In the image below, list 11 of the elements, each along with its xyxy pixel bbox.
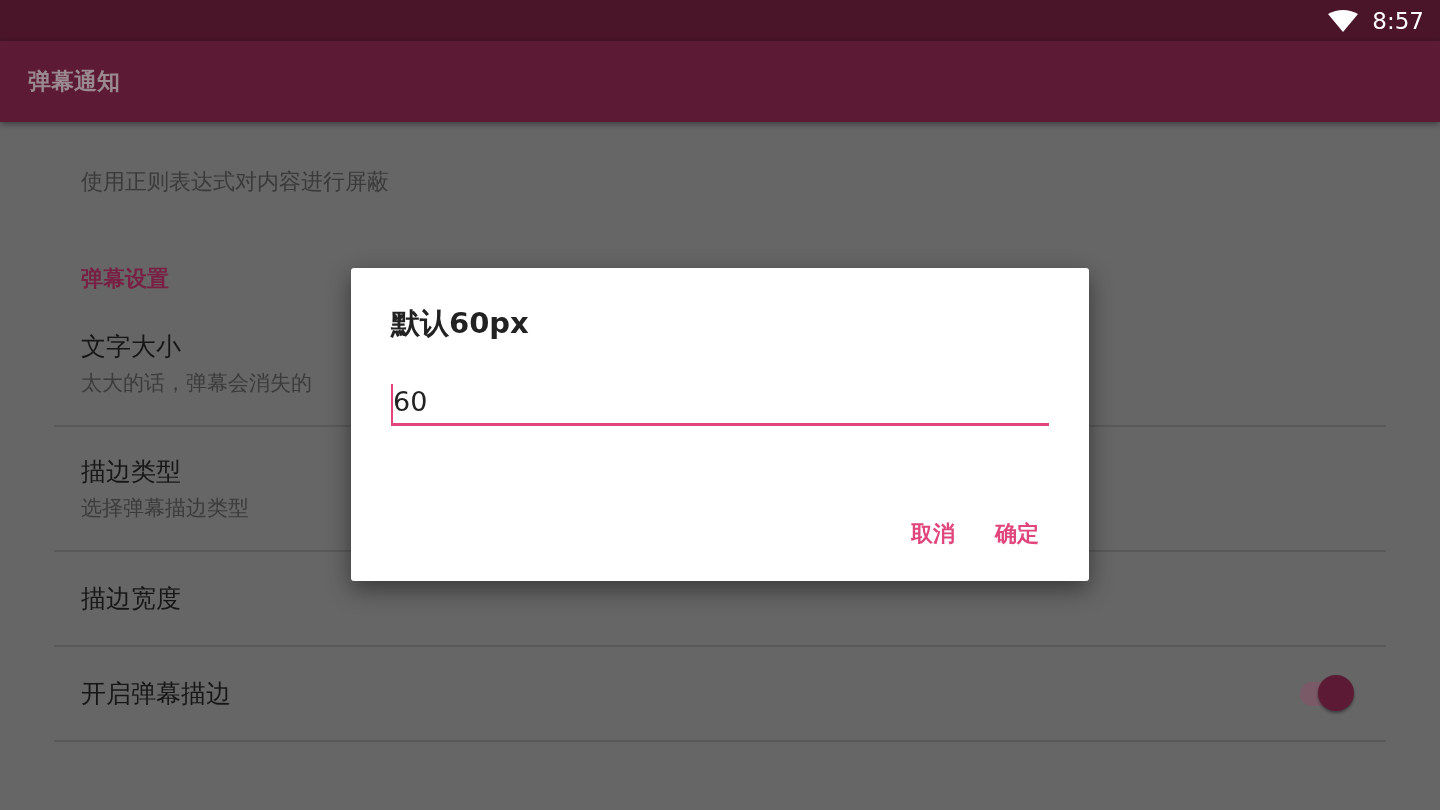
setting-title: 开启弹幕描边	[81, 678, 231, 710]
text-field[interactable]: 60	[391, 384, 1049, 426]
setting-title: 文字大小	[81, 331, 182, 363]
setting-item[interactable]: 开启弹幕描边	[54, 647, 1386, 742]
status-time: 8:57	[1372, 7, 1424, 34]
setting-title: 描边类型	[81, 456, 182, 488]
wifi-icon	[1328, 9, 1359, 32]
section-header: 弹幕设置	[81, 266, 169, 291]
dialog-title: 默认60px	[391, 305, 530, 342]
app-title: 弹幕通知	[28, 67, 120, 96]
setting-title: 描边宽度	[81, 583, 182, 615]
